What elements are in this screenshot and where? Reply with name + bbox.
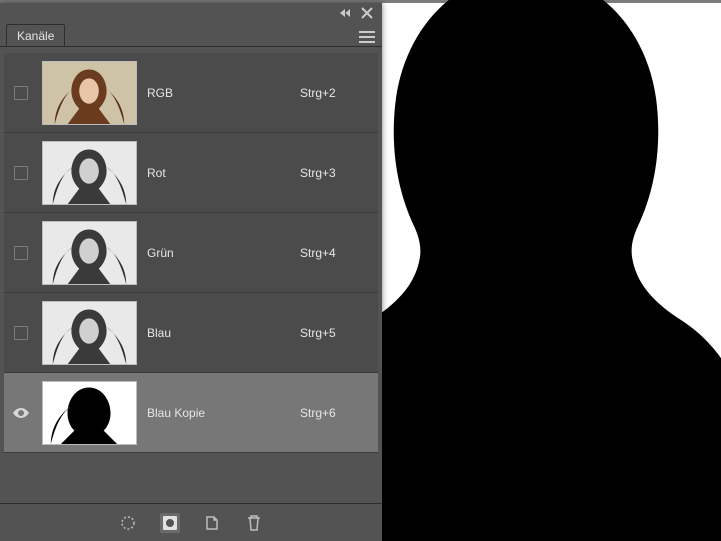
save-selection-button[interactable] bbox=[160, 513, 180, 533]
channel-name: Blau Kopie bbox=[147, 406, 290, 420]
delete-channel-button[interactable] bbox=[244, 513, 264, 533]
new-channel-button[interactable] bbox=[202, 513, 222, 533]
channel-shortcut: Strg+6 bbox=[300, 406, 368, 420]
load-selection-button[interactable] bbox=[118, 513, 138, 533]
panel-tab-bar: Kanäle bbox=[0, 23, 382, 47]
visibility-toggle[interactable] bbox=[10, 162, 32, 184]
channel-row[interactable]: RGB Strg+2 bbox=[4, 53, 378, 133]
channel-list: RGB Strg+2 Rot Strg+3 Grün Strg+4 Blau Strg+… bbox=[0, 47, 382, 453]
channel-row[interactable]: Grün Strg+4 bbox=[4, 213, 378, 293]
channel-row[interactable]: Blau Strg+5 bbox=[4, 293, 378, 373]
visibility-toggle[interactable] bbox=[10, 242, 32, 264]
collapse-panel-icon[interactable] bbox=[338, 6, 352, 20]
close-panel-icon[interactable] bbox=[360, 6, 374, 20]
panel-bottom-bar bbox=[0, 503, 382, 541]
panel-top-controls bbox=[0, 3, 382, 23]
channels-panel: Kanäle RGB Strg+2 Rot Strg+3 Grün Strg+4 Bl… bbox=[0, 3, 382, 541]
channel-name: Grün bbox=[147, 246, 290, 260]
channel-shortcut: Strg+5 bbox=[300, 326, 368, 340]
panel-menu-icon[interactable] bbox=[358, 28, 376, 46]
channel-shortcut: Strg+2 bbox=[300, 86, 368, 100]
channel-thumbnail bbox=[42, 61, 137, 125]
visibility-toggle[interactable] bbox=[10, 322, 32, 344]
tab-label: Kanäle bbox=[17, 29, 54, 43]
channel-thumbnail bbox=[42, 141, 137, 205]
channel-name: Blau bbox=[147, 326, 290, 340]
channel-name: Rot bbox=[147, 166, 290, 180]
channel-name: RGB bbox=[147, 86, 290, 100]
visibility-empty-box bbox=[14, 86, 28, 100]
channel-row[interactable]: Blau Kopie Strg+6 bbox=[4, 373, 378, 453]
tab-channels[interactable]: Kanäle bbox=[6, 24, 65, 46]
visibility-toggle[interactable] bbox=[10, 402, 32, 424]
channel-thumbnail bbox=[42, 221, 137, 285]
visibility-empty-box bbox=[14, 326, 28, 340]
visibility-empty-box bbox=[14, 246, 28, 260]
channel-row[interactable]: Rot Strg+3 bbox=[4, 133, 378, 213]
channel-thumbnail bbox=[42, 381, 137, 445]
channel-shortcut: Strg+3 bbox=[300, 166, 368, 180]
visibility-toggle[interactable] bbox=[10, 82, 32, 104]
channel-shortcut: Strg+4 bbox=[300, 246, 368, 260]
visibility-empty-box bbox=[14, 166, 28, 180]
channel-thumbnail bbox=[42, 301, 137, 365]
